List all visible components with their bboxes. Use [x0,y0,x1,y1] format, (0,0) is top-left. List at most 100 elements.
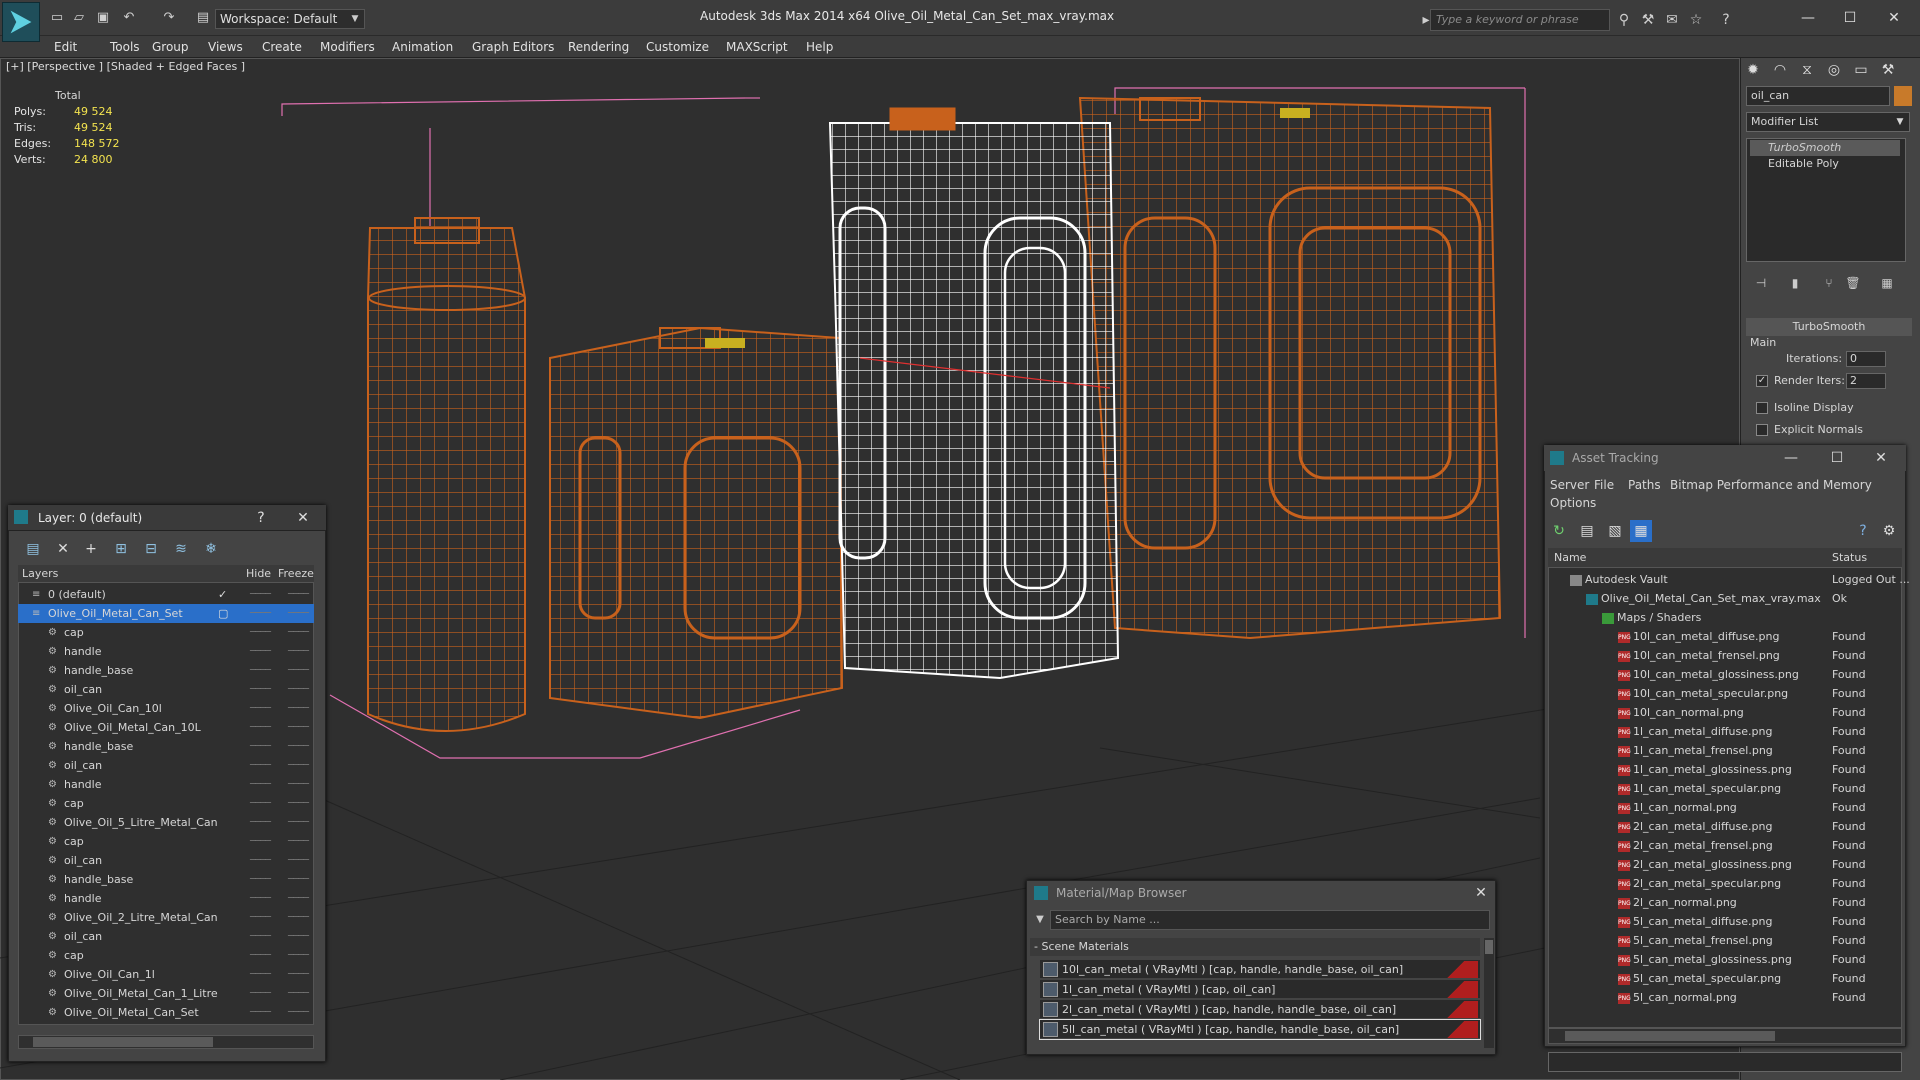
freeze-toggle-icon[interactable]: ──── [288,984,309,1003]
modify-tab-icon[interactable]: ◠ [1767,58,1793,82]
isoline-display-checkbox[interactable] [1756,402,1768,414]
asset-row[interactable]: PNG 5l_can_metal_glossiness.png Found [1548,950,1902,969]
freeze-toggle-icon[interactable]: ──── [288,813,309,832]
layer-dialog-titlebar[interactable]: Layer: 0 (default) ? ✕ [8,505,326,531]
material-scrollbar[interactable] [1484,938,1494,1048]
menu-edit[interactable]: Edit [54,36,77,58]
freeze-toggle-icon[interactable]: ──── [288,946,309,965]
freeze-toggle-icon[interactable]: ──── [288,718,309,737]
asset-menu-server[interactable]: Server [1550,478,1589,492]
object-name-field[interactable]: oil_can [1746,86,1890,106]
scene-materials-group[interactable]: - Scene Materials [1030,938,1480,956]
hide-toggle-icon[interactable]: ──── [250,965,271,984]
object-color-swatch[interactable] [1894,86,1912,106]
layer-row[interactable]: ⚙ handle ──── ──── [18,642,314,661]
layer-row[interactable]: ⚙ handle_base ──── ──── [18,737,314,756]
material-search-input[interactable]: Search by Name ... [1050,910,1490,930]
close-button[interactable]: ✕ [1874,6,1914,30]
layer-row[interactable]: ⚙ Olive_Oil_5_Litre_Metal_Can ──── ──── [18,813,314,832]
scroll-thumb[interactable] [1485,940,1493,954]
scroll-thumb[interactable] [1565,1031,1775,1041]
layer-row[interactable]: ⚙ Olive_Oil_2_Litre_Metal_Can ──── ──── [18,908,314,927]
asset-dialog-titlebar[interactable]: Asset Tracking — ☐ ✕ [1544,445,1906,471]
layer-manager-icon[interactable]: ▤ [22,538,44,560]
stack-item-editable-poly[interactable]: Editable Poly [1750,156,1900,172]
hide-toggle-icon[interactable]: ──── [250,946,271,965]
asset-row[interactable]: PNG 10l_can_metal_specular.png Found [1548,684,1902,703]
freeze-all-icon[interactable]: ❄ [200,538,222,560]
material-row[interactable]: 5ll_can_metal ( VRayMtl ) [cap, handle, … [1039,1019,1481,1040]
freeze-toggle-icon[interactable]: ──── [288,775,309,794]
create-tab-icon[interactable]: ✹ [1740,58,1766,82]
material-row[interactable]: 10l_can_metal ( VRayMtl ) [cap, handle, … [1040,960,1480,979]
freeze-toggle-icon[interactable]: ──── [288,642,309,661]
freeze-toggle-icon[interactable]: ──── [288,889,309,908]
hide-toggle-icon[interactable]: ──── [250,1003,271,1022]
material-browser-titlebar[interactable]: Material/Map Browser ✕ [1026,880,1496,906]
freeze-toggle-icon[interactable]: ──── [288,1003,309,1022]
favorites-star-icon[interactable]: ☆ [1686,10,1706,30]
asset-menu-file[interactable]: File [1594,478,1614,492]
hide-toggle-icon[interactable]: ──── [250,680,271,699]
freeze-toggle-icon[interactable]: ──── [288,965,309,984]
explicit-normals-checkbox[interactable] [1756,424,1768,436]
hide-toggle-icon[interactable]: ──── [250,699,271,718]
communication-icon[interactable]: ✉ [1662,10,1682,30]
column-hide[interactable]: Hide [246,565,271,583]
menu-modifiers[interactable]: Modifiers [320,36,375,58]
asset-row[interactable]: PNG 2l_can_metal_specular.png Found [1548,874,1902,893]
layer-row[interactable]: ⚙ handle ──── ──── [18,889,314,908]
subscription-icon[interactable]: ⚒ [1638,10,1658,30]
open-file-icon[interactable]: ▱ [70,9,88,27]
asset-row[interactable]: PNG 5l_can_normal.png Found [1548,988,1902,1007]
render-iters-checkbox[interactable]: ✓ [1756,375,1768,387]
freeze-toggle-icon[interactable]: ──── [288,927,309,946]
layer-row[interactable]: ⚙ Olive_Oil_Can_1l ──── ──── [18,965,314,984]
asset-row[interactable]: PNG 10l_can_metal_diffuse.png Found [1548,627,1902,646]
hide-toggle-icon[interactable]: ──── [250,585,271,604]
asset-row[interactable]: Autodesk Vault Logged Out ... [1548,570,1910,589]
hide-toggle-icon[interactable]: ──── [250,889,271,908]
close-icon[interactable]: ✕ [1870,447,1892,469]
hide-toggle-icon[interactable]: ──── [250,756,271,775]
hide-toggle-icon[interactable]: ──── [250,604,271,623]
asset-row[interactable]: PNG 5l_can_metal_diffuse.png Found [1548,912,1902,931]
asset-row[interactable]: PNG 1l_can_metal_frensel.png Found [1548,741,1902,760]
utilities-tab-icon[interactable]: ⚒ [1875,58,1901,82]
freeze-toggle-icon[interactable]: ──── [288,680,309,699]
delete-layer-icon[interactable]: ✕ [52,538,74,560]
column-status[interactable]: Status [1832,548,1867,568]
asset-row[interactable]: PNG 10l_can_normal.png Found [1548,703,1902,722]
maximize-button[interactable]: ☐ [1830,6,1870,30]
layer-row[interactable]: ⚙ oil_can ──── ──── [18,851,314,870]
hide-all-icon[interactable]: ≋ [170,538,192,560]
help-button[interactable]: ? [250,507,272,529]
asset-row[interactable]: Maps / Shaders [1548,608,1902,627]
configure-sets-icon[interactable]: ▦ [1876,272,1898,294]
asset-menu-options[interactable]: Options [1550,496,1596,510]
freeze-toggle-icon[interactable]: ──── [288,585,309,604]
hide-toggle-icon[interactable]: ──── [250,813,271,832]
undo-icon[interactable]: ↶ [120,9,138,27]
asset-row[interactable]: PNG 2l_can_metal_frensel.png Found [1548,836,1902,855]
layer-row[interactable]: ⚙ oil_can ──── ──── [18,680,314,699]
column-layers[interactable]: Layers [22,565,58,583]
column-freeze[interactable]: Freeze [278,565,314,583]
menu-help[interactable]: Help [806,36,833,58]
layer-row[interactable]: ⚙ Olive_Oil_Metal_Can_Set ──── ──── [18,1003,314,1022]
asset-row[interactable]: PNG 1l_can_metal_glossiness.png Found [1548,760,1902,779]
set-current-icon[interactable]: ▢ [218,604,228,623]
layer-row[interactable]: ⚙ handle ──── ──── [18,775,314,794]
menu-tools[interactable]: Tools [110,36,140,58]
help-icon[interactable]: ? [1852,520,1874,542]
material-row[interactable]: 1l_can_metal ( VRayMtl ) [cap, oil_can] [1040,980,1480,999]
redo-icon[interactable]: ↷ [160,9,178,27]
binoculars-icon[interactable]: ⚲ [1614,10,1634,30]
table-view-icon[interactable]: ▦ [1630,520,1652,542]
asset-row[interactable]: PNG 5l_can_metal_specular.png Found [1548,969,1902,988]
iterations-spinner[interactable]: 0 [1846,351,1886,367]
asset-row[interactable]: PNG 1l_can_metal_specular.png Found [1548,779,1902,798]
asset-row[interactable]: PNG 1l_can_normal.png Found [1548,798,1902,817]
remove-modifier-icon[interactable]: 🗑 [1842,272,1864,294]
layer-row[interactable]: ≡ 0 (default) ──── ──── ✓ [18,585,314,604]
